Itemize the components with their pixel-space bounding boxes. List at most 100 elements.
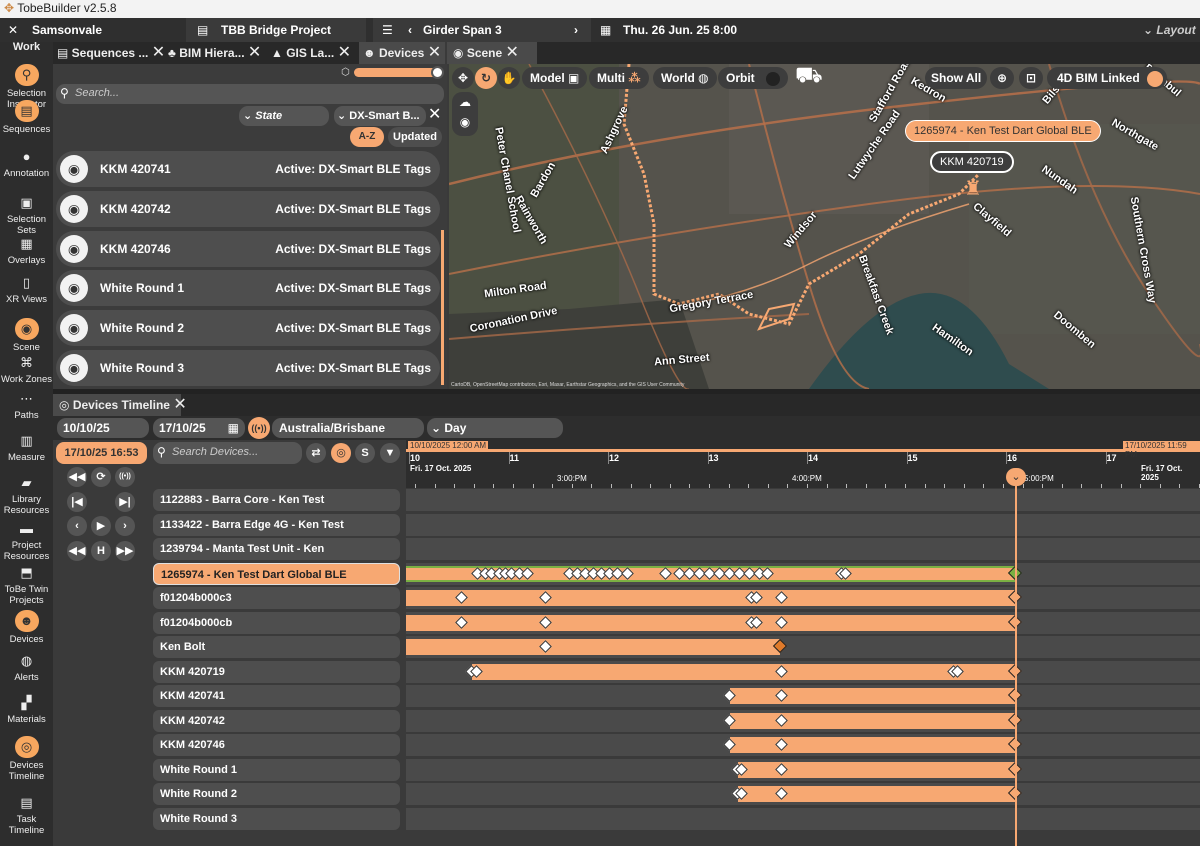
- rail-item-task-timeline[interactable]: ▤ Task Timeline: [0, 794, 53, 836]
- device-search-input[interactable]: ⚲ Search...: [56, 84, 444, 104]
- layout-button[interactable]: ⌄ Layout: [1143, 18, 1196, 42]
- timeline-activity-bar[interactable]: [472, 663, 1015, 680]
- opacity-slider[interactable]: [354, 68, 438, 77]
- live-broadcast-icon[interactable]: ((•)): [248, 417, 270, 439]
- span-selector[interactable]: Girder Span 3: [423, 18, 502, 42]
- timeline-track[interactable]: [406, 513, 1200, 536]
- date-selector[interactable]: Thu. 26 Jun. 25 8:00: [623, 18, 737, 42]
- timeline-device-name[interactable]: 1133422 - Barra Edge 4G - Ken Test: [153, 513, 400, 536]
- project-selector[interactable]: TBB Bridge Project: [221, 18, 331, 42]
- timeline-device-name[interactable]: Ken Bolt: [153, 636, 400, 658]
- close-icon[interactable]: ✕: [506, 44, 519, 61]
- device-row[interactable]: ◉ White Round 1 Active: DX-Smart BLE Tags: [56, 270, 440, 307]
- tab-gis-layers[interactable]: ▲ GIS La... ✕: [271, 42, 351, 64]
- timeline-track[interactable]: [406, 489, 1200, 511]
- rail-item-materials[interactable]: ▞ Materials: [0, 694, 53, 725]
- fast-forward-button[interactable]: ▶▶: [115, 541, 135, 561]
- range-bar[interactable]: [406, 449, 1200, 452]
- rail-item-overlays[interactable]: ▦ Overlays: [0, 235, 53, 266]
- group-filter[interactable]: ⌄ DX-Smart B...: [334, 106, 426, 126]
- rail-item-library[interactable]: ▰ Library Resources: [0, 474, 53, 516]
- timeline-device-name[interactable]: KKM 420742: [153, 709, 400, 732]
- tab-sequences[interactable]: ▤ Sequences ... ✕: [57, 42, 165, 64]
- rail-item-devices[interactable]: ☻ Devices: [0, 610, 53, 645]
- timeline-device-name[interactable]: f01204b000cb: [153, 611, 400, 634]
- timeline-device-name[interactable]: KKM 420719: [153, 660, 400, 683]
- bim-linked-toggle[interactable]: 4D BIM Linked: [1047, 67, 1168, 89]
- timeline-activity-bar[interactable]: [406, 639, 780, 655]
- current-time-display[interactable]: 17/10/25 16:53: [56, 442, 147, 464]
- h-button[interactable]: H: [91, 541, 111, 561]
- sort-mode-button[interactable]: Updated: [388, 127, 442, 147]
- loop-button[interactable]: ⟳: [91, 467, 111, 487]
- timeline-device-name[interactable]: White Round 3: [153, 807, 400, 830]
- play-button[interactable]: ▶: [91, 516, 111, 536]
- orbit-toggle[interactable]: Orbit: [718, 67, 789, 89]
- fit-view-icon[interactable]: ⊡: [1019, 67, 1043, 89]
- rotate-tool-button[interactable]: ↻: [475, 67, 497, 89]
- weather-icon[interactable]: ☁: [452, 92, 478, 112]
- rail-item-devices-timeline[interactable]: ◎ Devices Timeline: [0, 736, 53, 782]
- device-row[interactable]: ◉ KKM 420742 Active: DX-Smart BLE Tags: [56, 190, 440, 227]
- rail-item-selection-sets[interactable]: ▣ Selection Sets: [0, 194, 53, 236]
- sort-az-button[interactable]: A-Z: [350, 127, 384, 147]
- link-icon[interactable]: ⇄: [306, 443, 326, 463]
- live-button[interactable]: ((•)): [115, 467, 135, 487]
- device-timeline-search[interactable]: ⚲ Search Devices...: [153, 442, 302, 464]
- rail-item-annotation[interactable]: ● Annotation: [0, 148, 53, 179]
- device-row[interactable]: ◉ White Round 2 Active: DX-Smart BLE Tags: [56, 310, 440, 347]
- close-icon[interactable]: ✕: [428, 44, 441, 61]
- playhead-line[interactable]: [1015, 476, 1017, 846]
- rail-item-sequences[interactable]: ▤ Sequences: [0, 100, 53, 135]
- tab-scene[interactable]: ◉ Scene ✕: [447, 42, 537, 64]
- prev-span-button[interactable]: ‹: [408, 18, 412, 42]
- timeline-device-name[interactable]: White Round 2: [153, 783, 400, 805]
- rail-item-work-zones[interactable]: ⌘ Work Zones: [0, 354, 53, 385]
- granularity-select[interactable]: ⌄ Day: [427, 418, 563, 438]
- s-button[interactable]: S: [355, 443, 375, 463]
- jump-start-button[interactable]: |◀: [67, 492, 87, 512]
- timeline-device-name[interactable]: 1239794 - Manta Test Unit - Ken: [153, 538, 400, 560]
- scrollbar[interactable]: [441, 230, 444, 385]
- rail-item-twin-projects[interactable]: ⬒ ToBe Twin Projects: [0, 564, 53, 606]
- timeline-activity-bar[interactable]: [730, 737, 1015, 753]
- device-row[interactable]: ◉ White Round 3 Active: DX-Smart BLE Tags: [56, 350, 440, 386]
- prev-button[interactable]: ‹: [67, 516, 87, 536]
- playhead-handle[interactable]: ⌄: [1006, 468, 1026, 486]
- device-row[interactable]: ◉ KKM 420746 Active: DX-Smart BLE Tags: [56, 230, 440, 267]
- timeline-track[interactable]: [406, 807, 1200, 830]
- clear-filter-icon[interactable]: ✕: [428, 104, 441, 126]
- timeline-activity-bar[interactable]: [406, 590, 1015, 606]
- rail-item-eye[interactable]: ◉ Scene: [0, 318, 53, 353]
- timeline-device-name[interactable]: 1122883 - Barra Core - Ken Test: [153, 489, 400, 511]
- next-span-button[interactable]: ›: [574, 18, 578, 42]
- timeline-track[interactable]: [406, 538, 1200, 560]
- world-mode-button[interactable]: World ◍: [653, 67, 717, 89]
- opacity-slider-handle[interactable]: [431, 66, 444, 79]
- filter-icon[interactable]: ▼: [380, 443, 400, 463]
- rail-item-xr-views[interactable]: ▯ XR Views: [0, 274, 53, 305]
- tools-icon[interactable]: ✕: [8, 18, 18, 42]
- rail-item-project-resources[interactable]: ▬ Project Resources: [0, 520, 53, 562]
- close-icon[interactable]: ✕: [338, 44, 351, 61]
- show-all-button[interactable]: Show All: [925, 67, 988, 89]
- device-sub-callout[interactable]: KKM 420719: [930, 151, 1014, 173]
- visibility-eye-icon[interactable]: ◉: [452, 112, 478, 132]
- close-icon[interactable]: ✕: [173, 396, 186, 413]
- device-row[interactable]: ◉ KKM 420741 Active: DX-Smart BLE Tags: [56, 151, 440, 187]
- next-button[interactable]: ›: [115, 516, 135, 536]
- jump-end-button[interactable]: ▶|: [115, 492, 135, 512]
- timeline-device-name[interactable]: White Round 1: [153, 758, 400, 781]
- rewind-button[interactable]: ◀◀: [67, 467, 87, 487]
- timeline-device-name[interactable]: KKM 420741: [153, 685, 400, 707]
- tab-devices-timeline[interactable]: ◎ Devices Timeline ✕: [53, 394, 187, 416]
- close-icon[interactable]: ✕: [152, 44, 165, 61]
- timeline-device-name[interactable]: 1265974 - Ken Test Dart Global BLE: [153, 562, 400, 585]
- locate-icon[interactable]: ⊕: [990, 67, 1014, 89]
- target-icon[interactable]: ◎: [331, 443, 351, 463]
- tab-bim-hierarchy[interactable]: ♣ BIM Hiera... ✕: [168, 42, 261, 64]
- timeline-device-name[interactable]: KKM 420746: [153, 734, 400, 756]
- tab-devices[interactable]: ☻ Devices ✕: [359, 42, 445, 64]
- timeline-activity-bar[interactable]: [730, 712, 1015, 729]
- rail-item-measure[interactable]: ▥ Measure: [0, 432, 53, 463]
